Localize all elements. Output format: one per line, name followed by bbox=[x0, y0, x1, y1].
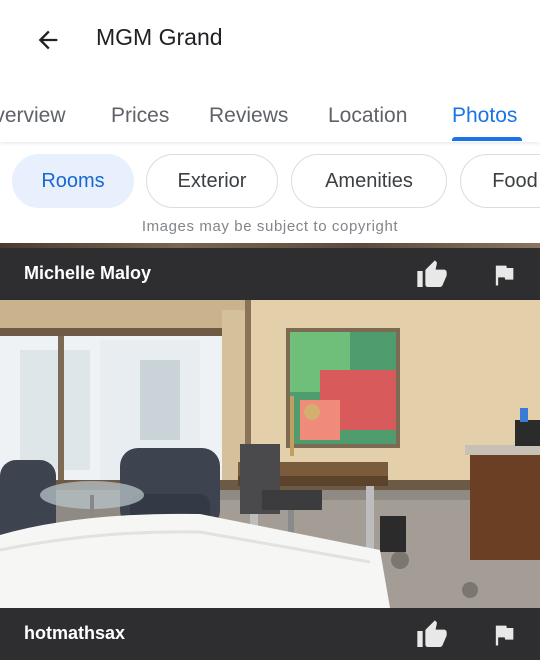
page-title: MGM Grand bbox=[96, 24, 223, 50]
photo-author-bar: Michelle Maloy bbox=[0, 248, 540, 300]
active-tab-indicator bbox=[452, 137, 522, 141]
flag-icon[interactable] bbox=[490, 621, 518, 649]
arrow-back-icon bbox=[38, 30, 58, 50]
tab-reviews[interactable]: Reviews bbox=[209, 104, 288, 128]
copyright-notice: Images may be subject to copyright bbox=[141, 218, 399, 235]
flag-icon[interactable] bbox=[490, 261, 518, 289]
tab-overview[interactable]: Overview bbox=[0, 104, 66, 128]
photo-author-bar: hotmathsax bbox=[0, 608, 540, 660]
hotel-room-photo[interactable] bbox=[0, 300, 540, 608]
chip-food[interactable]: Food bbox=[460, 154, 540, 208]
app-header: MGM Grand bbox=[0, 0, 540, 78]
chip-exterior[interactable]: Exterior bbox=[146, 154, 278, 208]
photo-author-name[interactable]: Michelle Maloy bbox=[24, 263, 151, 284]
photo-category-chips: Rooms Exterior Amenities Food bbox=[0, 152, 540, 212]
tab-bar: Overview Prices Reviews Location Photos bbox=[0, 78, 540, 142]
tab-prices[interactable]: Prices bbox=[111, 104, 169, 128]
room-photo-illustration bbox=[0, 300, 540, 608]
tab-location[interactable]: Location bbox=[328, 104, 407, 128]
thumb-up-icon[interactable] bbox=[414, 259, 450, 291]
chip-rooms[interactable]: Rooms bbox=[12, 154, 134, 208]
back-button[interactable] bbox=[30, 22, 66, 58]
chip-amenities[interactable]: Amenities bbox=[291, 154, 447, 208]
photo-author-name[interactable]: hotmathsax bbox=[24, 623, 125, 644]
tab-photos[interactable]: Photos bbox=[452, 104, 517, 128]
thumb-up-icon[interactable] bbox=[414, 619, 450, 651]
